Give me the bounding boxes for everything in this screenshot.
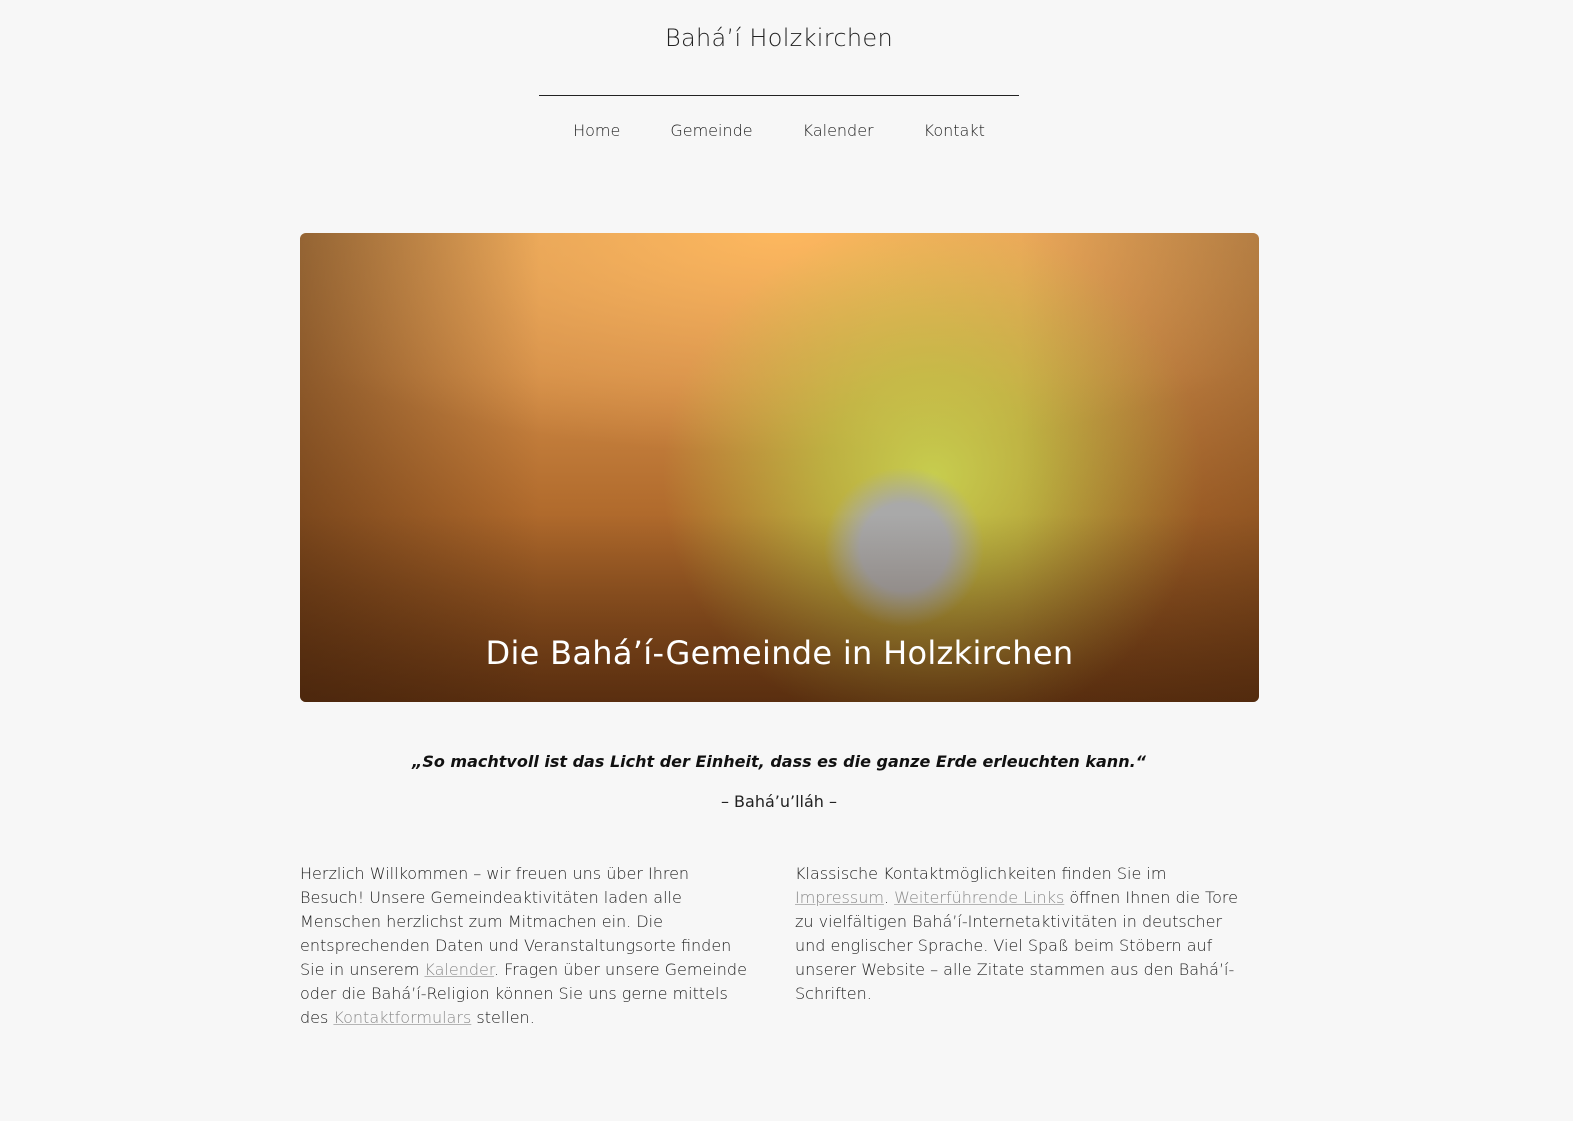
main-nav: Home Gemeinde Kalender Kontakt	[0, 121, 1558, 140]
contact-text-part: Klassische Kontaktmöglichkeiten finden S…	[795, 864, 1167, 883]
title-divider	[539, 95, 1019, 96]
site-title[interactable]: Bahá’í Holzkirchen	[0, 24, 1558, 52]
nav-item-home[interactable]: Home	[573, 121, 620, 140]
welcome-text-part: stellen.	[471, 1008, 535, 1027]
hero-title: Die Bahá’í-Gemeinde in Holzkirchen	[485, 634, 1074, 672]
nav-item-kontakt[interactable]: Kontakt	[924, 121, 985, 140]
contact-text-part: .	[883, 888, 895, 907]
nav-item-gemeinde[interactable]: Gemeinde	[670, 121, 752, 140]
quote-author: – Bahá’u’lláh –	[720, 792, 838, 811]
kontaktformular-link[interactable]: Kontaktformulars	[333, 1008, 471, 1027]
weiterfuehrende-links-link[interactable]: Weiterführende Links	[894, 888, 1064, 907]
contact-info-text: Klassische Kontaktmöglichkeiten finden S…	[795, 862, 1245, 1006]
hero-banner: Die Bahá’í-Gemeinde in Holzkirchen	[300, 233, 1259, 702]
welcome-text: Herzlich Willkommen – wir freuen uns übe…	[300, 862, 752, 1030]
quote-text: „So machtvoll ist das Licht der Einheit,…	[412, 752, 1146, 771]
nav-item-kalender[interactable]: Kalender	[803, 121, 874, 140]
kalender-link[interactable]: Kalender	[424, 960, 494, 979]
impressum-link[interactable]: Impressum	[795, 888, 884, 907]
